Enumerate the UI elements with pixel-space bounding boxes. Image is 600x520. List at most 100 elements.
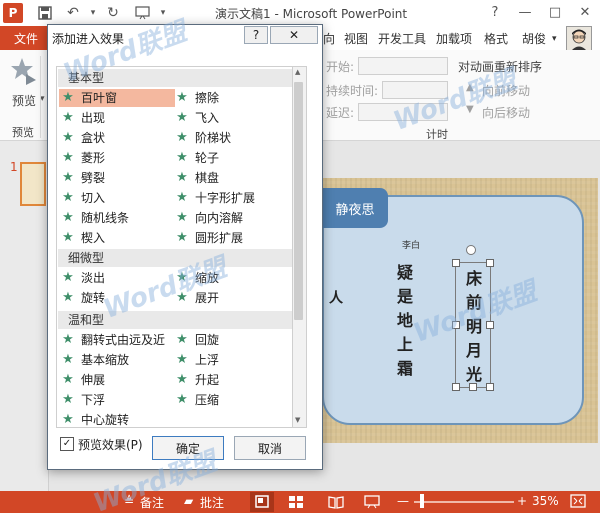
effect-item[interactable]: ★ 展开 xyxy=(173,289,219,307)
effect-item[interactable]: ★ 出现 xyxy=(59,109,105,127)
comments-icon[interactable]: ▰ xyxy=(184,494,193,508)
zoom-level[interactable]: 35% xyxy=(532,494,559,508)
delay-input[interactable] xyxy=(358,103,448,121)
effect-star-icon: ★ xyxy=(176,270,188,285)
comments-button[interactable]: 批注 xyxy=(200,494,224,511)
effect-item[interactable]: ★ 棋盘 xyxy=(173,169,219,187)
effect-item[interactable]: ★ 压缩 xyxy=(173,391,219,409)
duration-input[interactable] xyxy=(382,81,448,99)
undo-dropdown-icon[interactable]: ▾ xyxy=(84,4,102,22)
dialog-help-button[interactable]: ? xyxy=(244,26,268,44)
effect-item[interactable]: ★ 淡出 xyxy=(59,269,105,287)
notes-button[interactable]: 备注 xyxy=(140,494,164,511)
scroll-up-icon[interactable]: ▲ xyxy=(295,68,300,76)
move-earlier-button[interactable]: 向前移动 xyxy=(482,82,530,99)
effect-item[interactable]: ★ 缩放 xyxy=(173,269,219,287)
zoom-slider[interactable] xyxy=(414,501,514,503)
tab-format[interactable]: 格式 xyxy=(484,30,508,47)
effect-item[interactable]: ★ 旋转 xyxy=(59,289,105,307)
avatar[interactable] xyxy=(566,26,592,52)
slideshow-icon[interactable] xyxy=(364,495,380,512)
resize-handle[interactable] xyxy=(486,259,494,267)
slide-number: 1 xyxy=(10,160,18,174)
slide-sorter-icon[interactable] xyxy=(288,495,304,512)
resize-handle[interactable] xyxy=(452,259,460,267)
dialog-close-button[interactable]: ✕ xyxy=(270,26,318,44)
category-header: 温和型 xyxy=(58,311,292,329)
slide-thumbnail[interactable] xyxy=(20,162,46,206)
effect-item[interactable]: ★ 飞入 xyxy=(173,109,219,127)
notes-icon[interactable]: ≜ xyxy=(124,494,134,508)
tab-animations-partial[interactable]: 向 xyxy=(323,30,335,47)
effect-item[interactable]: ★ 盒状 xyxy=(59,129,105,147)
poem-line-partial[interactable]: 人 xyxy=(325,290,345,312)
effect-item[interactable]: ★ 圆形扩展 xyxy=(173,229,243,247)
effect-item[interactable]: ★ 伸展 xyxy=(59,371,105,389)
effect-item[interactable]: ★ 阶梯状 xyxy=(173,129,231,147)
effect-item[interactable]: ★ 菱形 xyxy=(59,149,105,167)
start-from-beginning-icon[interactable] xyxy=(134,4,152,22)
rotate-handle[interactable] xyxy=(466,245,476,255)
maximize-button[interactable]: □ xyxy=(540,0,570,24)
effect-item[interactable]: ★ 升起 xyxy=(173,371,219,389)
user-dropdown-icon[interactable]: ▾ xyxy=(552,34,557,44)
start-select[interactable] xyxy=(358,57,448,75)
effect-item[interactable]: ★ 随机线条 xyxy=(59,209,129,227)
resize-handle[interactable] xyxy=(452,383,460,391)
effect-item[interactable]: ★ 上浮 xyxy=(173,351,219,369)
resize-handle[interactable] xyxy=(452,321,460,329)
effect-item[interactable]: ★ 十字形扩展 xyxy=(173,189,255,207)
zoom-out-button[interactable]: — xyxy=(397,494,409,508)
preview-button-label[interactable]: 预览 xyxy=(12,92,36,109)
effect-item[interactable]: ★ 楔入 xyxy=(59,229,105,247)
scroll-down-icon[interactable]: ▼ xyxy=(295,416,300,424)
undo-icon[interactable]: ↶ xyxy=(64,4,82,22)
zoom-slider-thumb[interactable] xyxy=(420,494,424,508)
qat-more-icon[interactable]: ▾ xyxy=(154,4,172,22)
effect-item-selected[interactable]: ★ 百叶窗 xyxy=(59,89,175,107)
effect-item[interactable]: ★ 回旋 xyxy=(173,331,219,349)
effect-star-icon: ★ xyxy=(176,130,188,145)
move-earlier-icon[interactable]: ▲ xyxy=(466,82,474,93)
resize-handle[interactable] xyxy=(486,321,494,329)
powerpoint-logo-icon: P xyxy=(3,3,23,23)
help-icon[interactable]: ? xyxy=(480,0,510,24)
effect-item[interactable]: ★ 翻转式由远及近 xyxy=(59,331,165,349)
poem-line-3[interactable]: 疑是地上霜 xyxy=(391,264,415,384)
tab-developer[interactable]: 开发工具 xyxy=(378,30,426,47)
fit-to-window-icon[interactable] xyxy=(570,494,586,511)
minimize-button[interactable]: — xyxy=(510,0,540,24)
poem-line-4[interactable]: 床前明月光 xyxy=(460,270,484,390)
effect-item[interactable]: ★ 劈裂 xyxy=(59,169,105,187)
resize-handle[interactable] xyxy=(486,383,494,391)
poem-author[interactable]: 李白 xyxy=(402,238,420,251)
reading-view-icon[interactable] xyxy=(328,495,344,512)
normal-view-button[interactable] xyxy=(250,492,274,512)
effect-item[interactable]: ★ 下浮 xyxy=(59,391,105,409)
scrollbar-thumb[interactable] xyxy=(294,82,303,320)
zoom-in-button[interactable]: + xyxy=(517,494,527,508)
tab-file[interactable]: 文件 xyxy=(0,26,52,50)
effect-item[interactable]: ★ 擦除 xyxy=(173,89,219,107)
save-icon[interactable] xyxy=(36,4,54,22)
move-later-button[interactable]: 向后移动 xyxy=(482,104,530,121)
effects-list[interactable]: 基本型 ★ 百叶窗 ★ 出现 ★ 盒状 ★ 菱形 ★ 劈裂 ★ 切入 ★ 随机线条 ★ 楔入 ★… xyxy=(56,66,294,428)
user-name[interactable]: 胡俊 xyxy=(522,30,546,47)
preview-effect-checkbox[interactable]: ✓ xyxy=(60,437,74,451)
redo-icon[interactable]: ↻ xyxy=(104,4,122,22)
effect-item[interactable]: ★ 切入 xyxy=(59,189,105,207)
effect-item[interactable]: ★ 基本缩放 xyxy=(59,351,129,369)
poem-title-banner[interactable]: 静夜思 xyxy=(322,188,388,228)
preview-star-icon[interactable] xyxy=(10,56,38,86)
close-window-button[interactable]: ✕ xyxy=(570,0,600,24)
move-later-icon[interactable]: ▼ xyxy=(466,104,474,115)
duration-label: 持续时间: xyxy=(326,84,379,98)
cancel-button[interactable]: 取消 xyxy=(234,436,306,460)
tab-view[interactable]: 视图 xyxy=(344,30,368,47)
ok-button[interactable]: 确定 xyxy=(152,436,224,460)
effect-item[interactable]: ★ 向内溶解 xyxy=(173,209,243,227)
effect-item[interactable]: ★ 轮子 xyxy=(173,149,219,167)
preview-effect-label[interactable]: 预览效果(P) xyxy=(78,436,143,453)
effect-item[interactable]: ★ 中心旋转 xyxy=(59,411,129,427)
tab-addins[interactable]: 加载项 xyxy=(436,30,472,47)
